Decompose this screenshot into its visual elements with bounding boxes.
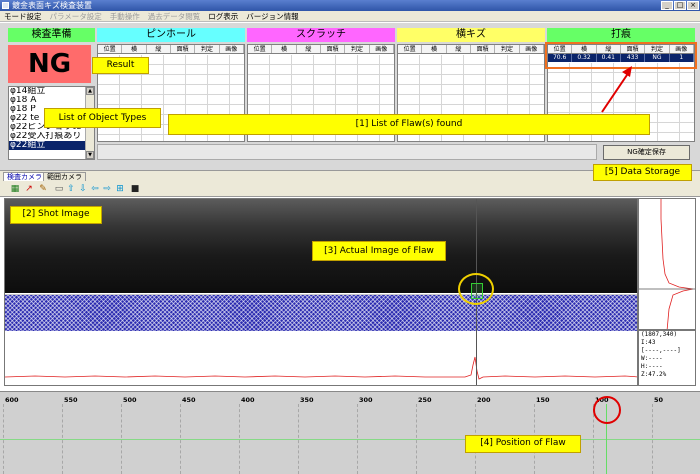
- callout-result: Result: [92, 57, 149, 74]
- callout-flaw-list: [1] List of Flaw(s) found: [168, 114, 650, 135]
- callout-data-storage: [5] Data Storage: [593, 164, 692, 181]
- callout-object-types: List of Object Types: [44, 108, 161, 128]
- callout-shot-image: [2] Shot Image: [10, 206, 102, 224]
- callout-actual-image: [3] Actual Image of Flaw: [312, 241, 446, 261]
- callout-position: [4] Position of Flaw: [465, 435, 581, 453]
